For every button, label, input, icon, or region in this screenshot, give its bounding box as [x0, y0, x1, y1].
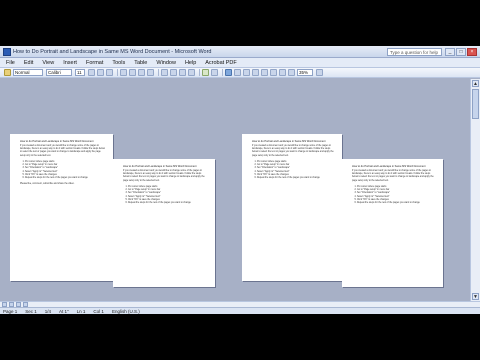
styles-pane-icon[interactable]	[4, 69, 11, 76]
scroll-down-icon[interactable]: ▼	[472, 293, 479, 300]
toolbar-divider	[199, 69, 200, 76]
print-icon[interactable]	[234, 69, 241, 76]
undo-icon[interactable]	[261, 69, 268, 76]
spelling-icon[interactable]	[252, 69, 259, 76]
status-language: English (U.S.)	[111, 308, 140, 314]
underline-icon[interactable]	[106, 69, 113, 76]
toolbar-divider	[158, 69, 159, 76]
bold-icon[interactable]	[88, 69, 95, 76]
steps-list: Put cursor where page starts Go to "Page…	[252, 161, 334, 181]
intro-paragraph: If you created a document and you would …	[352, 170, 434, 182]
status-line: Ln 1	[76, 308, 86, 314]
insert-table-icon[interactable]	[279, 69, 286, 76]
steps-list: Put cursor where page starts Go to "Page…	[123, 186, 207, 206]
list-item: Repeat the steps for the rest of the pag…	[257, 177, 334, 180]
document-page-landscape[interactable]: How to do Portrait and Landscape in Same…	[113, 159, 215, 287]
steps-list: Put cursor where page starts Go to "Page…	[20, 161, 105, 181]
status-bar: Page 1 Sec 1 1/4 At 1" Ln 1 Col 1 Englis…	[0, 307, 480, 314]
maximize-button[interactable]: □	[456, 47, 466, 56]
align-left-icon[interactable]	[120, 69, 127, 76]
print-preview-icon[interactable]	[243, 69, 250, 76]
menu-window[interactable]: Window	[156, 60, 176, 66]
menu-tools[interactable]: Tools	[112, 60, 125, 66]
vertical-scrollbar[interactable]: ▲ ▼	[470, 79, 480, 301]
word-window: How to Do Portrait and Landscape in Same…	[0, 46, 480, 314]
document-area[interactable]: How to do Portrait and Landscape in Same…	[0, 79, 470, 301]
document-title: How to do Portrait and Landscape in Same…	[352, 165, 426, 168]
increase-indent-icon[interactable]	[188, 69, 195, 76]
menu-format[interactable]: Format	[86, 60, 103, 66]
intro-paragraph: If you created a document and you would …	[123, 170, 205, 182]
bullets-icon[interactable]	[170, 69, 177, 76]
menu-file[interactable]: File	[6, 60, 15, 66]
toolbar-divider	[117, 69, 118, 76]
document-page-portrait[interactable]: How to do Portrait and Landscape in Same…	[242, 134, 342, 281]
document-page-portrait[interactable]: How to do Portrait and Landscape in Same…	[10, 134, 113, 281]
decrease-indent-icon[interactable]	[179, 69, 186, 76]
status-page: Page 1	[3, 308, 18, 314]
style-select[interactable]: Normal	[13, 69, 43, 76]
justify-icon[interactable]	[147, 69, 154, 76]
intro-paragraph: If you created a document and you would …	[20, 145, 105, 157]
font-color-icon[interactable]	[211, 69, 218, 76]
help-search-input[interactable]: Type a question for help	[387, 47, 442, 56]
page-content: How to do Portrait and Landscape in Same…	[123, 165, 207, 206]
align-center-icon[interactable]	[129, 69, 136, 76]
closing-note: Please like, comment, subscribe and shar…	[20, 182, 75, 185]
document-title: How to do Portrait and Landscape in Same…	[20, 140, 94, 143]
menu-table[interactable]: Table	[134, 60, 147, 66]
menu-bar: File Edit View Insert Format Tools Table…	[0, 58, 480, 68]
menu-acrobat-pdf[interactable]: Acrobat PDF	[205, 60, 236, 66]
align-right-icon[interactable]	[138, 69, 145, 76]
font-size-select[interactable]: 11	[75, 69, 85, 76]
toolbar-divider	[222, 69, 223, 76]
formatting-toolbar: Normal Calibri 11 35%	[0, 68, 480, 78]
status-section: Sec 1	[25, 308, 37, 314]
columns-icon[interactable]	[288, 69, 295, 76]
italic-icon[interactable]	[97, 69, 104, 76]
minimize-button[interactable]: _	[445, 47, 455, 56]
word-app-icon	[3, 47, 11, 56]
window-title: How to Do Portrait and Landscape in Same…	[13, 48, 212, 55]
menu-edit[interactable]: Edit	[24, 60, 33, 66]
font-select[interactable]: Calibri	[46, 69, 72, 76]
list-item: Repeat the steps for the rest of the pag…	[357, 202, 435, 205]
save-icon[interactable]	[225, 69, 232, 76]
list-item: Repeat the steps for the rest of the pag…	[128, 202, 207, 205]
redo-icon[interactable]	[270, 69, 277, 76]
menu-help[interactable]: Help	[185, 60, 196, 66]
menu-insert[interactable]: Insert	[63, 60, 77, 66]
numbering-icon[interactable]	[161, 69, 168, 76]
status-column: Col 1	[93, 308, 104, 314]
document-page-landscape[interactable]: How to do Portrait and Landscape in Same…	[342, 159, 443, 287]
page-content: How to do Portrait and Landscape in Same…	[352, 165, 435, 206]
list-item: Repeat the steps for the rest of the pag…	[25, 177, 105, 180]
scroll-up-icon[interactable]: ▲	[472, 80, 479, 87]
status-position: At 1"	[59, 308, 69, 314]
page-content: How to do Portrait and Landscape in Same…	[252, 140, 334, 181]
menu-view[interactable]: View	[42, 60, 54, 66]
highlight-icon[interactable]	[202, 69, 209, 76]
page-content: How to do Portrait and Landscape in Same…	[20, 140, 105, 185]
help-icon[interactable]	[316, 69, 323, 76]
scroll-thumb[interactable]	[472, 89, 479, 119]
document-title: How to do Portrait and Landscape in Same…	[123, 165, 197, 168]
title-bar: How to Do Portrait and Landscape in Same…	[0, 46, 480, 58]
document-title: How to do Portrait and Landscape in Same…	[252, 140, 326, 143]
status-pages: 1/4	[44, 308, 52, 314]
zoom-select[interactable]: 35%	[297, 69, 313, 76]
close-button[interactable]: ×	[467, 47, 477, 56]
steps-list: Put cursor where page starts Go to "Page…	[352, 186, 435, 206]
intro-paragraph: If you created a document and you would …	[252, 145, 334, 157]
